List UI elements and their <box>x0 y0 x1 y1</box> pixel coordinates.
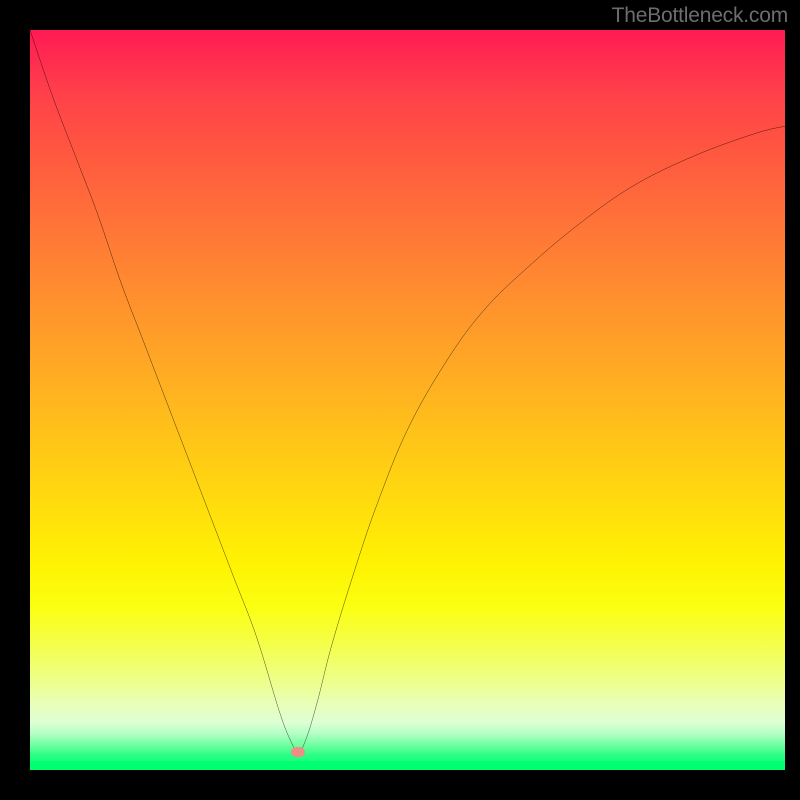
minimum-marker <box>291 747 305 757</box>
chart-frame: TheBottleneck.com <box>0 0 800 800</box>
bottleneck-curve <box>30 30 785 770</box>
watermark-text: TheBottleneck.com <box>612 4 788 28</box>
plot-area <box>30 30 785 770</box>
